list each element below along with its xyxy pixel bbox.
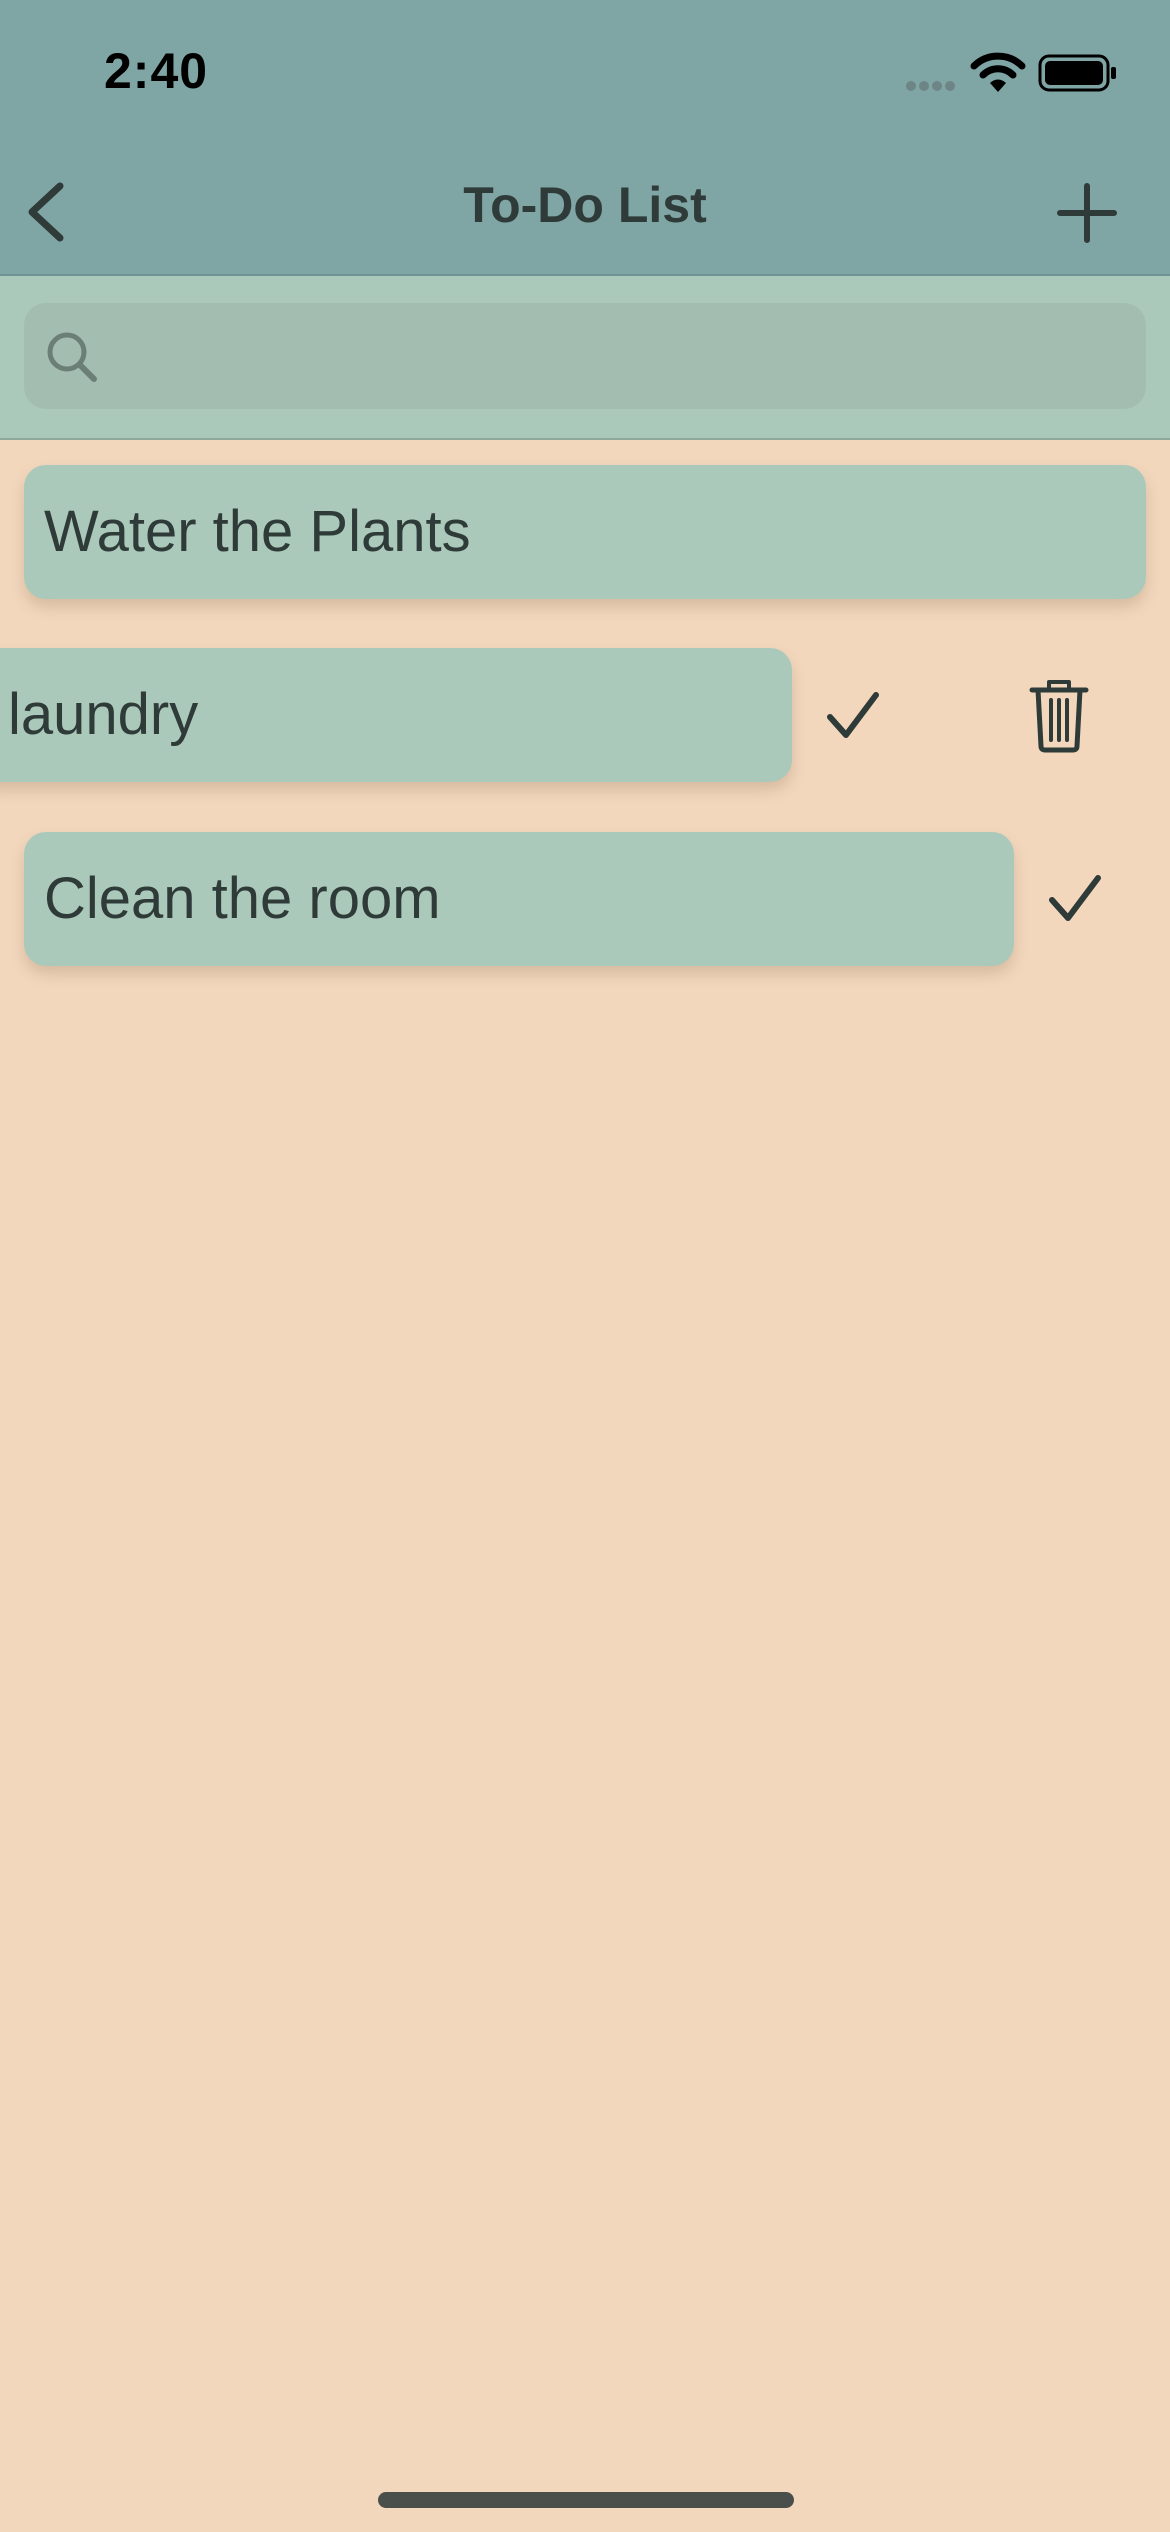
battery-icon xyxy=(1038,54,1116,92)
page-title: To-Do List xyxy=(463,177,707,233)
delete-task-button[interactable] xyxy=(1024,674,1094,754)
wifi-icon xyxy=(970,52,1026,92)
status-bar: 2:40 xyxy=(0,0,1170,150)
task-label: Clean the room xyxy=(44,866,441,931)
complete-task-button[interactable] xyxy=(1044,868,1104,928)
task-card[interactable]: laundry xyxy=(0,648,792,782)
complete-task-button[interactable] xyxy=(822,685,882,745)
search-icon xyxy=(47,332,97,382)
task-label: Water the Plants xyxy=(44,499,471,564)
navigation-bar: To-Do List xyxy=(0,150,1170,276)
checkmark-icon xyxy=(827,692,879,738)
task-card[interactable]: Water the Plants xyxy=(24,465,1146,599)
cellular-signal-icon xyxy=(906,81,955,91)
trash-icon xyxy=(1029,680,1089,753)
task-label: laundry xyxy=(8,682,199,747)
plus-icon xyxy=(1057,183,1117,243)
add-task-button[interactable] xyxy=(1050,176,1124,250)
search-field[interactable] xyxy=(24,303,1146,411)
status-time: 2:40 xyxy=(104,43,209,99)
search-bar xyxy=(0,276,1170,440)
task-card[interactable]: Clean the room xyxy=(24,832,1014,966)
home-indicator[interactable] xyxy=(378,2492,794,2508)
checkmark-icon xyxy=(1049,875,1101,921)
search-input[interactable] xyxy=(122,303,1126,411)
